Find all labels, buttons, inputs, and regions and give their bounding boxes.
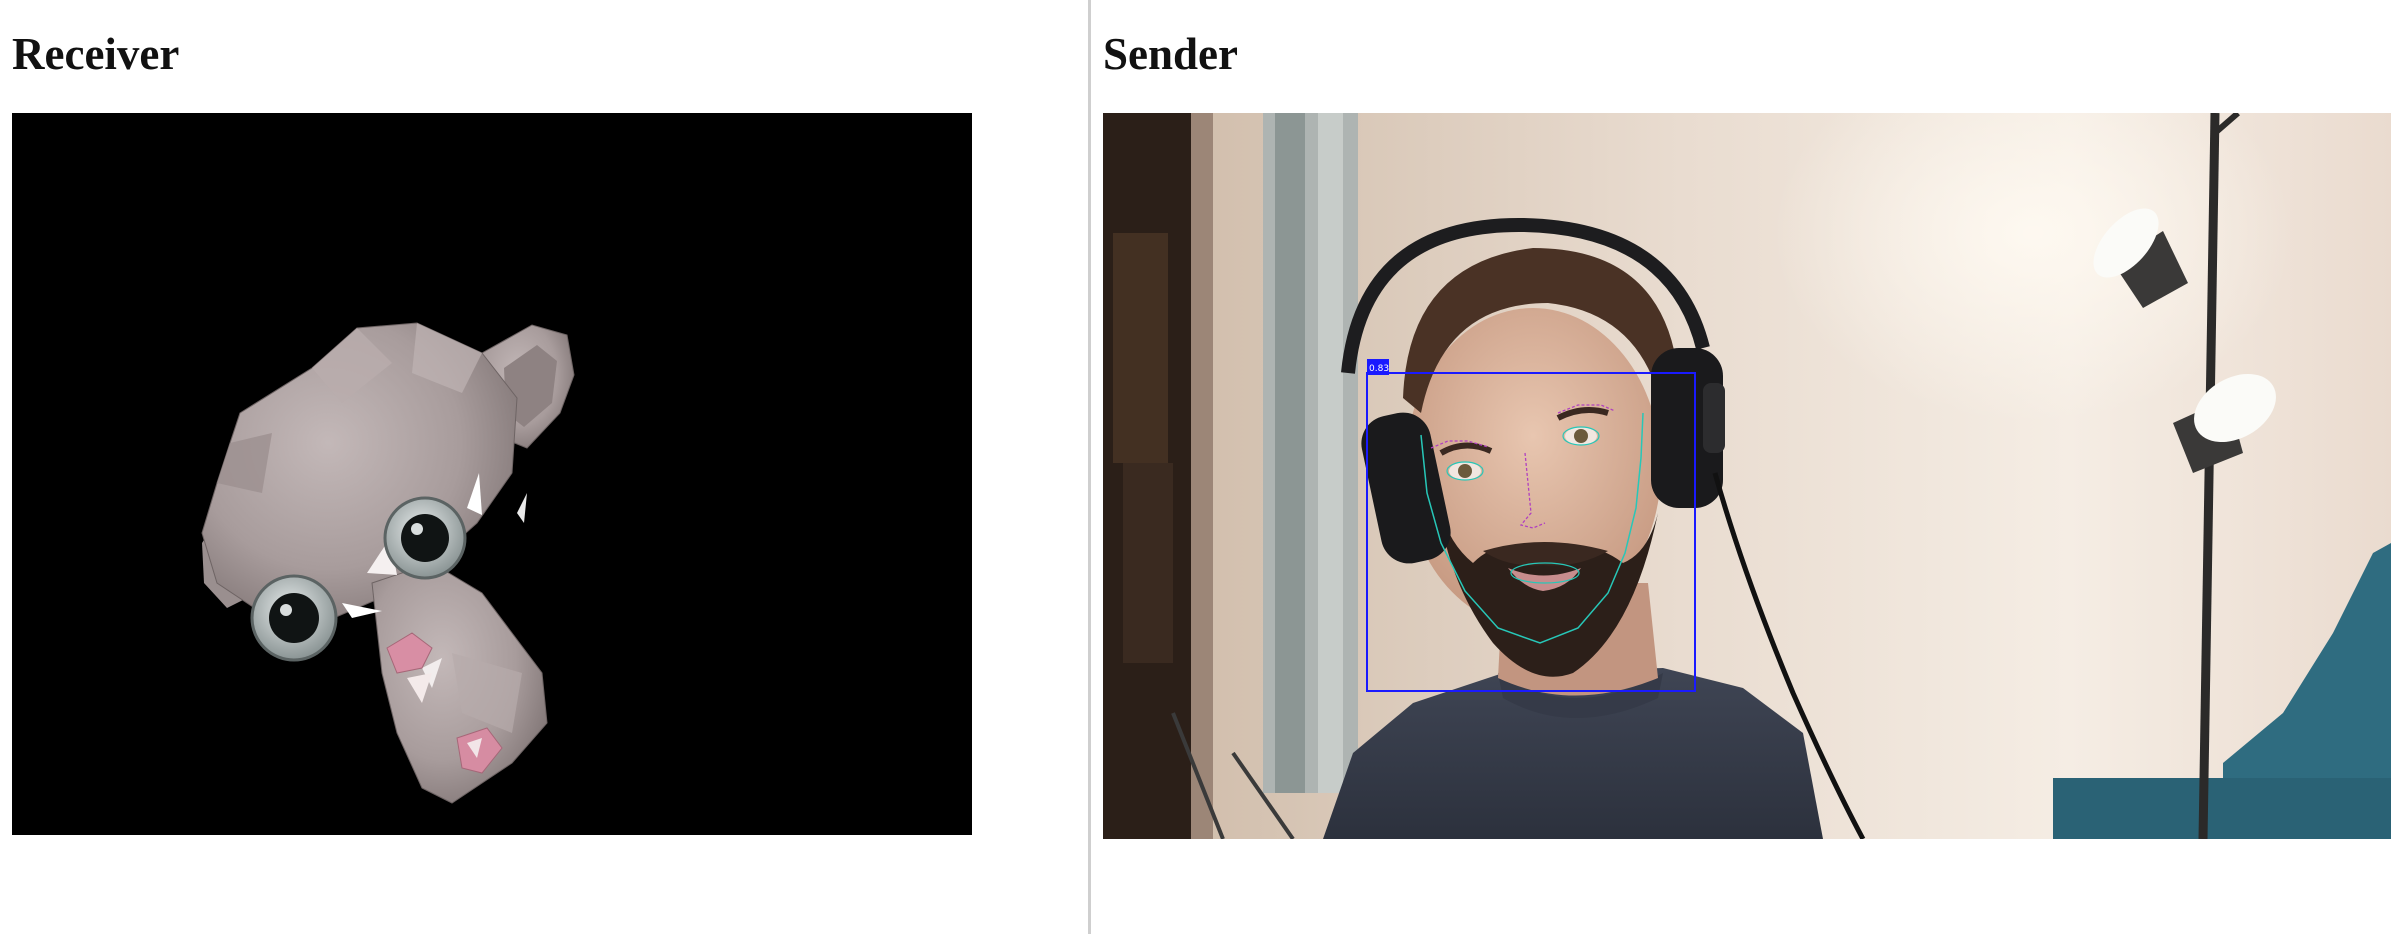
monkey-head bbox=[201, 322, 575, 804]
receiver-video[interactable] bbox=[12, 113, 972, 835]
webcam-frame: 0.83 bbox=[1103, 113, 2391, 839]
sender-video[interactable]: 0.83 bbox=[1103, 113, 2391, 839]
pane-splitter[interactable] bbox=[1088, 0, 1091, 934]
receiver-heading: Receiver bbox=[12, 29, 180, 79]
right-eye bbox=[383, 496, 467, 580]
sender-panel: Sender 0.83 bbox=[1092, 0, 2398, 934]
avatar-canvas bbox=[201, 322, 575, 804]
sender-heading: Sender bbox=[1103, 29, 1238, 79]
receiver-panel: Receiver bbox=[0, 0, 1088, 934]
left-eye bbox=[250, 574, 338, 662]
confidence-label: 0.83 bbox=[1369, 364, 1389, 374]
